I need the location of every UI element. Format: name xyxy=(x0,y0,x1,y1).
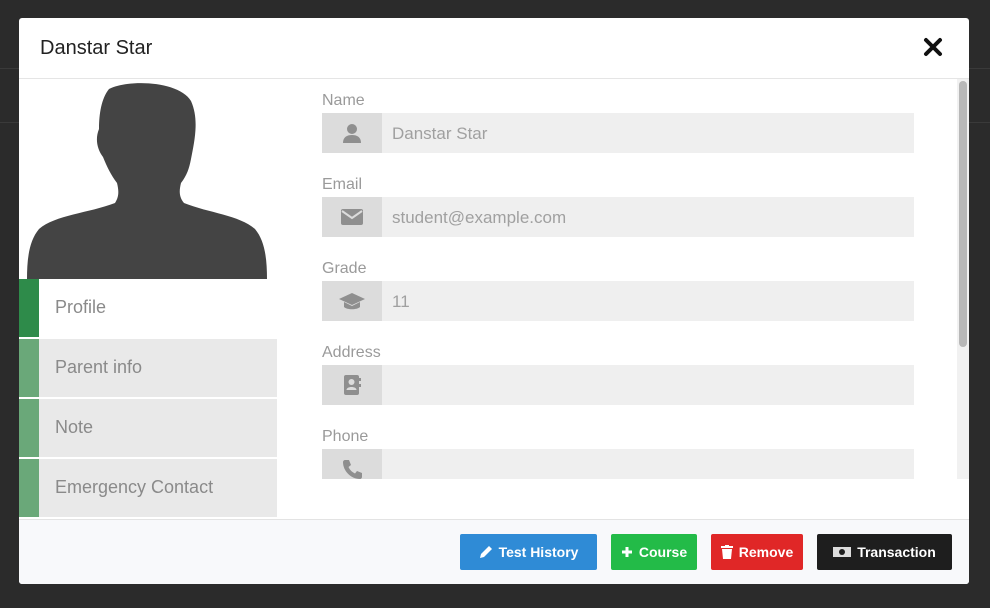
remove-button[interactable]: Remove xyxy=(711,534,803,570)
modal-header: Danstar Star xyxy=(19,18,969,79)
tab-parent-info[interactable]: Parent info xyxy=(19,339,277,397)
tab-profile[interactable]: Profile xyxy=(19,279,277,337)
phone-input[interactable] xyxy=(322,449,914,479)
money-icon xyxy=(833,547,852,557)
name-addon xyxy=(322,113,382,153)
modal-title: Danstar Star xyxy=(40,37,153,59)
address-book-icon xyxy=(344,375,361,395)
address-field-group: Address xyxy=(322,331,922,415)
avatar-silhouette-icon xyxy=(27,83,267,279)
close-icon xyxy=(924,38,942,56)
course-label: Course xyxy=(638,544,688,560)
scrollbar-thumb[interactable] xyxy=(959,81,967,347)
email-field-group: Email student@example.com xyxy=(322,163,922,247)
email-value: student@example.com xyxy=(392,208,567,227)
student-modal: Danstar Star Profile Parent info Note Em… xyxy=(19,18,969,584)
remove-label: Remove xyxy=(738,544,794,560)
name-field-group: Name Danstar Star xyxy=(322,79,922,163)
grade-addon xyxy=(322,281,382,321)
phone-icon xyxy=(343,460,362,479)
grade-input[interactable]: 11 xyxy=(322,281,914,321)
email-addon xyxy=(322,197,382,237)
tab-accent-bar xyxy=(19,279,39,337)
grade-label: Grade xyxy=(322,260,367,277)
course-button[interactable]: Course xyxy=(611,534,697,570)
email-input[interactable]: student@example.com xyxy=(322,197,914,237)
tab-label: Profile xyxy=(55,297,107,317)
address-input[interactable] xyxy=(322,365,914,405)
tab-label: Emergency Contact xyxy=(55,477,214,497)
tab-note[interactable]: Note xyxy=(19,399,277,457)
tab-label: Note xyxy=(55,417,94,437)
transaction-button[interactable]: Transaction xyxy=(817,534,952,570)
tab-emergency-contact[interactable]: Emergency Contact xyxy=(19,459,277,517)
address-addon xyxy=(322,365,382,405)
profile-form: Name Danstar Star Email student@example.… xyxy=(322,79,922,479)
tab-accent-bar xyxy=(19,339,39,397)
grade-field-group: Grade 11 xyxy=(322,247,922,331)
name-input[interactable]: Danstar Star xyxy=(322,113,914,153)
tab-accent-bar xyxy=(19,399,39,457)
profile-tabs: Profile Parent info Note Emergency Conta… xyxy=(19,279,277,519)
close-button[interactable] xyxy=(923,37,943,57)
tab-accent-bar xyxy=(19,459,39,517)
email-label: Email xyxy=(322,176,363,193)
phone-label: Phone xyxy=(322,428,369,445)
modal-footer: Test History Course Remove Transaction xyxy=(19,519,969,584)
address-label: Address xyxy=(322,344,381,361)
user-icon xyxy=(343,124,361,143)
avatar xyxy=(19,79,277,279)
name-label: Name xyxy=(322,92,365,109)
modal-body: Profile Parent info Note Emergency Conta… xyxy=(19,79,969,519)
test-history-button[interactable]: Test History xyxy=(460,534,597,570)
grade-value: 11 xyxy=(392,292,410,311)
transaction-label: Transaction xyxy=(857,544,936,560)
vertical-scrollbar[interactable] xyxy=(957,79,969,479)
pencil-icon xyxy=(479,546,492,558)
phone-field-group: Phone xyxy=(322,415,922,479)
tab-label: Parent info xyxy=(55,357,143,377)
envelope-icon xyxy=(341,209,363,225)
phone-addon xyxy=(322,449,382,479)
trash-icon xyxy=(720,545,733,559)
graduation-cap-icon xyxy=(339,293,365,310)
name-value: Danstar Star xyxy=(392,124,488,143)
test-history-label: Test History xyxy=(498,544,579,560)
plus-icon xyxy=(621,547,632,557)
